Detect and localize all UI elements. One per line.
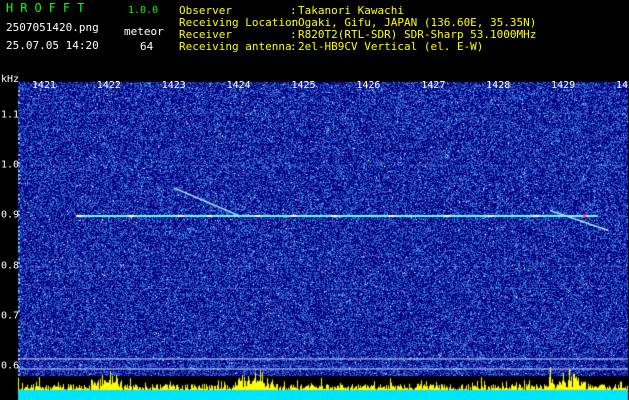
spectrogram-canvas (0, 72, 629, 400)
x-tick-label: 1422 (96, 80, 121, 91)
y-tick-label: 0.6 (1, 360, 20, 372)
x-tick-label: 1421 (31, 80, 56, 91)
y-tick-label: 0.9 (1, 209, 20, 221)
y-tick-label: 0.7 (1, 310, 20, 322)
file-name: 2507051420.png (6, 21, 99, 34)
y-tick-label: 0.8 (1, 260, 20, 272)
event-type: meteor (124, 25, 164, 38)
x-tick-label: 1424 (226, 80, 251, 91)
y-tick-label: 1.1 (1, 109, 20, 121)
x-tick-label: 1423 (161, 80, 186, 91)
timestamp: 25.07.05 14:20 (6, 39, 99, 52)
info-sep-antenna: : (290, 40, 297, 53)
x-tick-label: 1429 (551, 80, 576, 91)
app-name: HROFFT (6, 1, 92, 15)
x-tick-label: 1425 (291, 80, 316, 91)
x-tick-label: 1426 (356, 80, 381, 91)
app-version: 1.0.0 (128, 5, 159, 16)
y-tick-label: 1.0 (1, 159, 20, 171)
header-panel: HROFFT 1.0.0 2507051420.png 25.07.05 14:… (0, 0, 629, 72)
x-tick-label: 1428 (486, 80, 511, 91)
x-tick-label: 1427 (421, 80, 446, 91)
event-count: 64 (140, 40, 154, 53)
info-value-antenna: 2el-HB9CV Vertical (el. E-W) (298, 40, 484, 53)
unit-label: kHz (1, 74, 20, 85)
info-label-antenna: Receiving antenna (179, 40, 292, 53)
spectrogram-panel: kHz 1421 1422 1423 1424 1425 1426 1427 1428 1429… (0, 72, 629, 400)
x-tick-label: 1430 (615, 80, 629, 91)
